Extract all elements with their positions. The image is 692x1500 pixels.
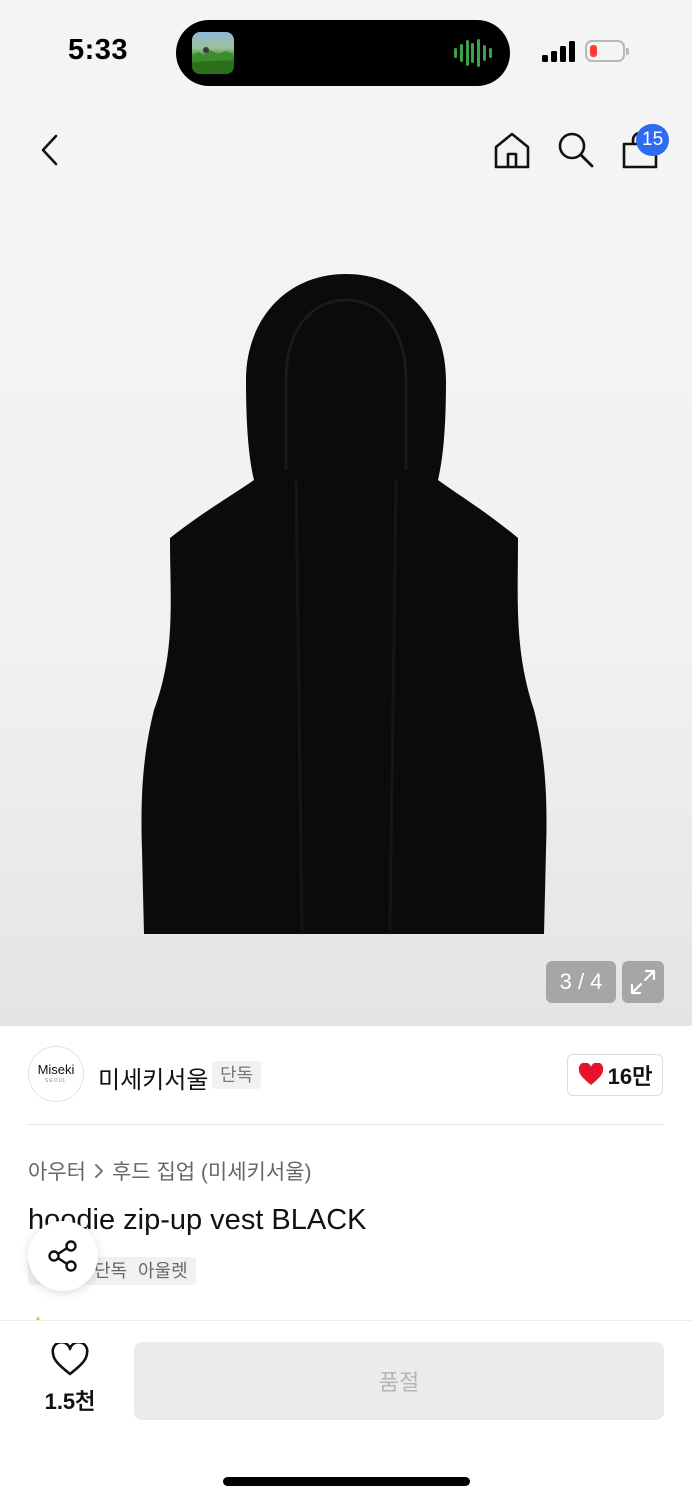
brand-like-count: 16만 (607, 1064, 653, 1089)
divider (28, 1124, 664, 1125)
share-button[interactable] (28, 1221, 98, 1291)
expand-icon (630, 969, 656, 995)
wishlist-count: 1.5천 (44, 1389, 96, 1414)
battery-icon (585, 40, 629, 62)
search-icon[interactable] (556, 130, 596, 170)
brand-name-link[interactable]: 미세키서울 (98, 1060, 208, 1095)
breadcrumb-item-outer[interactable]: 아우터 (28, 1156, 86, 1186)
product-tag-outlet: 아울렛 (130, 1257, 196, 1285)
status-bar: 5:33 (0, 0, 692, 100)
category-breadcrumb: 아우터 후드 집업 (미세키서울) (28, 1156, 312, 1186)
exclusive-badge: 단독 (212, 1061, 262, 1089)
heart-outline-icon (51, 1340, 89, 1376)
product-image (141, 274, 547, 934)
brand-like-button[interactable]: 16만 (567, 1054, 663, 1096)
brand-logo-text: Miseki (37, 1062, 75, 1077)
heart-filled-icon (578, 1063, 603, 1085)
dynamic-island[interactable] (176, 20, 510, 86)
breadcrumb-item-hood-zipup[interactable]: 후드 집업 (미세키서울) (112, 1156, 312, 1186)
status-time: 5:33 (68, 34, 129, 66)
bottom-action-bar: 1.5천 품절 (0, 1320, 692, 1500)
home-indicator[interactable] (223, 1477, 470, 1486)
expand-image-button[interactable] (622, 961, 664, 1003)
signal-icon (542, 40, 576, 62)
home-icon[interactable] (492, 130, 532, 170)
top-navigation (0, 100, 692, 200)
share-icon (48, 1240, 77, 1272)
product-image-gallery[interactable]: 3 / 4 (0, 200, 692, 1026)
audio-wave-icon (454, 38, 492, 68)
wishlist-button[interactable]: 1.5천 (40, 1340, 100, 1416)
cart-count-badge: 15 (636, 124, 670, 156)
brand-logo[interactable]: Miseki SEOUL (28, 1046, 84, 1102)
sold-out-button[interactable]: 품절 (134, 1342, 664, 1420)
brand-row: Miseki SEOUL 미세키서울 단독 16만 (0, 1026, 692, 1126)
brand-logo-subtext: SEOUL (45, 1078, 67, 1084)
back-icon[interactable] (34, 130, 66, 170)
now-playing-artwork (192, 32, 234, 74)
review-summary-peek (28, 1310, 628, 1320)
image-page-counter: 3 / 4 (546, 961, 616, 1003)
chevron-right-icon (94, 1164, 103, 1178)
